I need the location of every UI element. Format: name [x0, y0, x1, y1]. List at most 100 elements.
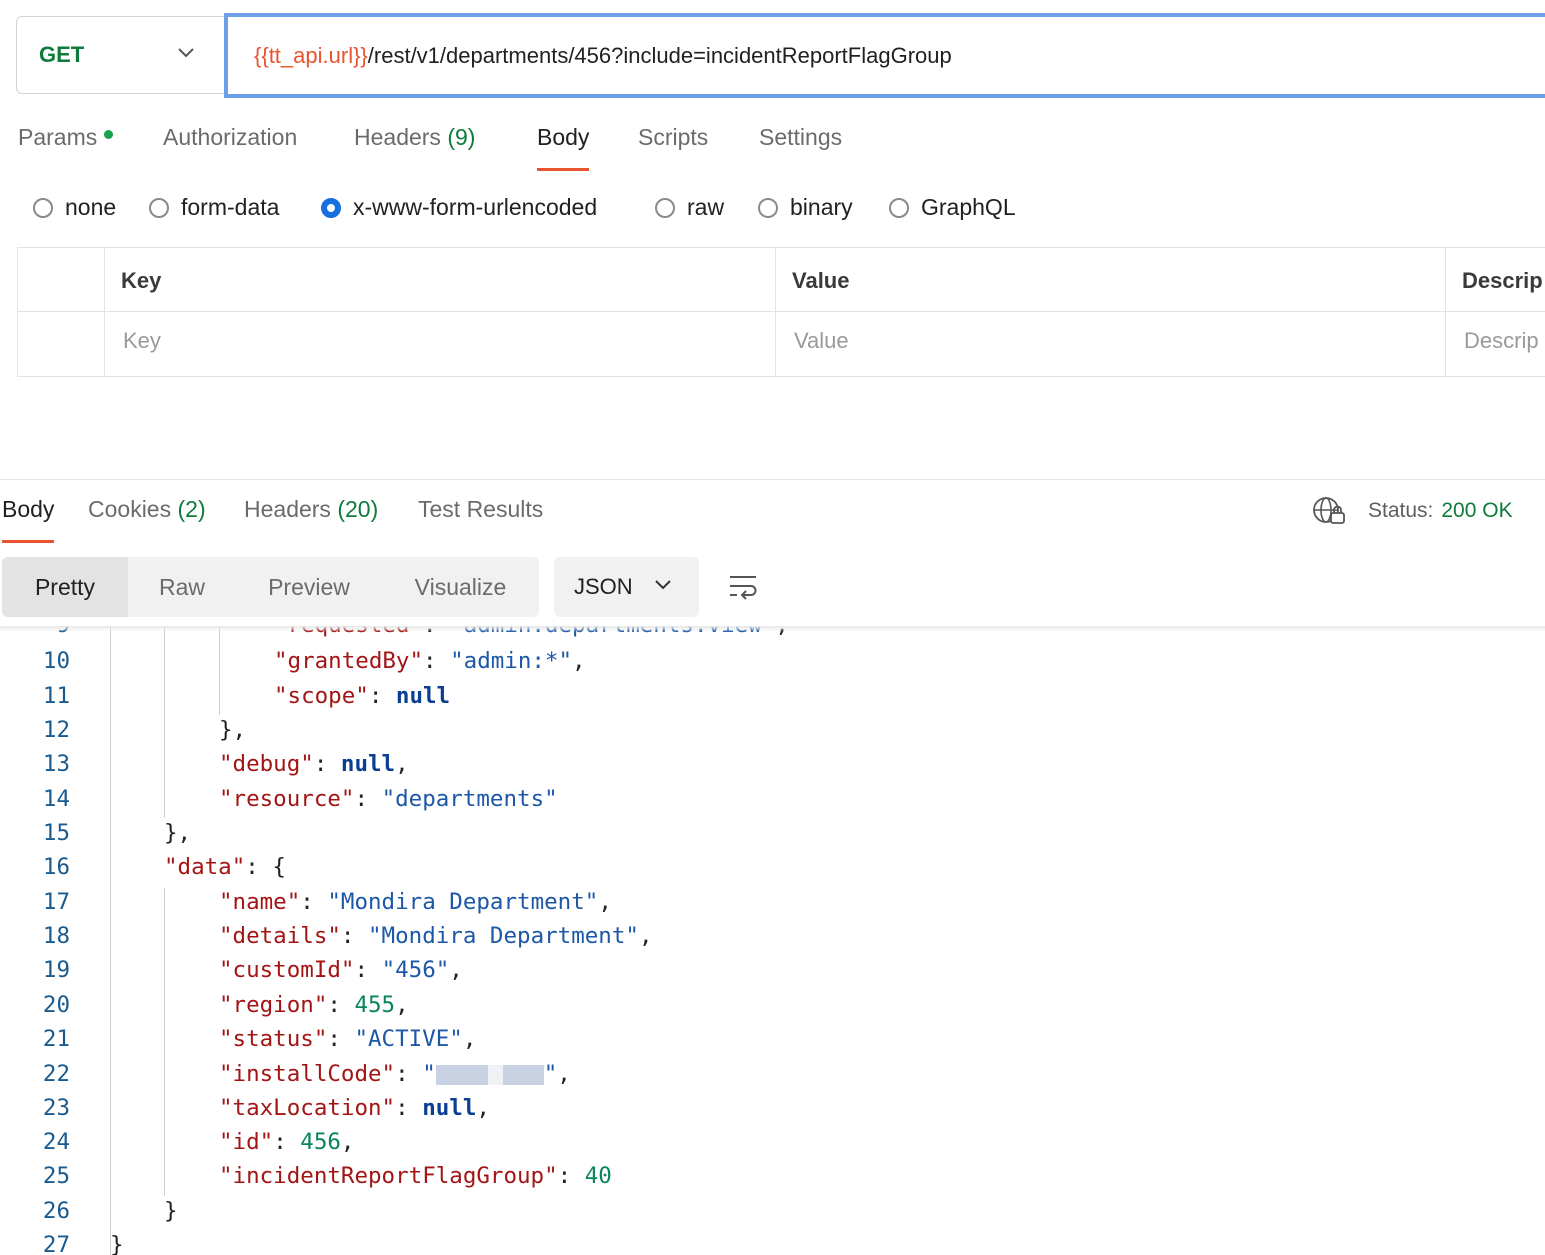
code-line: "data": {	[164, 854, 286, 880]
column-header-key: Key	[121, 268, 162, 293]
view-label: Visualize	[414, 573, 507, 600]
tab-label: Cookies	[88, 496, 172, 522]
tab-authorization[interactable]: Authorization	[163, 124, 297, 151]
radio-binary[interactable]: binary	[758, 194, 853, 221]
line-number: 10	[42, 648, 70, 674]
radio-circle	[655, 197, 675, 218]
response-code-viewer[interactable]: 9 "requested": "admin:departments:view",…	[0, 626, 1545, 1255]
radio-label: form-data	[181, 194, 280, 220]
line-number: 12	[42, 717, 70, 743]
line-number: 21	[42, 1026, 70, 1052]
tab-label: Test Results	[418, 496, 544, 522]
url-variable: {{tt_api.url}}	[254, 42, 368, 68]
format-label: JSON	[574, 574, 633, 599]
radio-x-www-form-urlencoded[interactable]: x-www-form-urlencoded	[321, 194, 597, 221]
code-line: },	[164, 820, 192, 846]
line-number: 20	[42, 992, 70, 1018]
tab-count: (9)	[447, 124, 476, 150]
code-line: }	[110, 1232, 124, 1255]
view-visualize-button[interactable]: Visualize	[382, 557, 539, 617]
line-number: 24	[42, 1129, 70, 1155]
column-header-value: Value	[792, 268, 850, 293]
response-tab-body[interactable]: Body	[2, 496, 55, 543]
line-number: 16	[42, 854, 70, 880]
radio-circle	[33, 197, 53, 218]
radio-graphql[interactable]: GraphQL	[889, 194, 1016, 221]
radio-circle	[889, 197, 909, 218]
tab-label: Headers	[354, 124, 441, 150]
redacted-value	[435, 1064, 544, 1085]
tab-label: Params	[18, 124, 98, 150]
view-pretty-button[interactable]: Pretty	[2, 557, 128, 617]
status-label: Status:	[1368, 499, 1434, 522]
indent-guide	[110, 626, 111, 1255]
radio-label: binary	[790, 194, 853, 220]
code-line: "resource": "departments"	[219, 786, 558, 812]
response-tab-headers[interactable]: Headers (20)	[244, 496, 378, 523]
indent-guide	[219, 626, 220, 715]
tab-label: Headers	[244, 496, 331, 522]
url-input[interactable]: {{tt_api.url}}/rest/v1/departments/456?i…	[224, 13, 1545, 98]
code-line: }	[164, 1198, 178, 1224]
url-path: /rest/v1/departments/456?include=inciden…	[367, 42, 952, 68]
pane-divider[interactable]	[0, 479, 1545, 480]
description-input[interactable]: Descrip	[1464, 328, 1539, 354]
method-label: GET	[39, 42, 85, 67]
url-text: {{tt_api.url}}/rest/v1/departments/456?i…	[228, 43, 952, 69]
radio-none[interactable]: none	[33, 194, 116, 221]
radio-form-data[interactable]: form-data	[149, 194, 279, 221]
view-preview-button[interactable]: Preview	[236, 557, 382, 617]
response-tab-test-results[interactable]: Test Results	[418, 496, 543, 523]
tab-body[interactable]: Body	[537, 124, 590, 171]
code-line: "taxLocation": null,	[219, 1095, 490, 1121]
line-number: 25	[42, 1163, 70, 1189]
params-active-dot	[104, 130, 114, 140]
line-number: 15	[42, 820, 70, 846]
form-params-table: Key Value Descrip Key Value Descrip	[17, 247, 1545, 377]
tab-settings[interactable]: Settings	[759, 124, 842, 151]
radio-circle-checked	[321, 197, 341, 218]
view-label: Raw	[158, 573, 205, 600]
radio-label: GraphQL	[921, 194, 1016, 220]
radio-label: none	[65, 194, 117, 220]
code-line: "scope": null	[274, 683, 451, 709]
key-input[interactable]: Key	[123, 328, 161, 354]
view-mode-group: Pretty Raw Preview Visualize	[2, 557, 539, 617]
format-select[interactable]: JSON	[554, 557, 699, 617]
line-number: 13	[42, 751, 70, 777]
code-line: "incidentReportFlagGroup": 40	[219, 1163, 612, 1189]
code-line: "id": 456,	[219, 1129, 355, 1155]
radio-label: raw	[687, 194, 725, 220]
code-line: "name": "Mondira Department",	[219, 889, 612, 915]
view-raw-button[interactable]: Raw	[128, 557, 236, 617]
status-value: 200 OK	[1441, 499, 1513, 522]
view-label: Pretty	[34, 573, 96, 600]
method-select[interactable]: GET	[16, 16, 226, 94]
tab-label: Authorization	[163, 124, 298, 150]
line-number: 14	[42, 786, 70, 812]
code-line: "region": 455,	[219, 992, 409, 1018]
tab-count: (2)	[177, 496, 206, 522]
line-number: 27	[42, 1232, 70, 1255]
value-input[interactable]: Value	[794, 328, 849, 354]
wrap-lines-icon[interactable]	[727, 572, 759, 602]
chevron-down-icon	[655, 580, 671, 590]
tab-label: Body	[2, 496, 55, 522]
tab-scripts[interactable]: Scripts	[638, 124, 708, 151]
view-label: Preview	[268, 573, 350, 600]
radio-raw[interactable]: raw	[655, 194, 724, 221]
column-header-description: Descrip	[1462, 268, 1543, 293]
line-number: 23	[42, 1095, 70, 1121]
table-col-divider	[104, 248, 105, 376]
line-number: 11	[42, 683, 70, 709]
globe-lock-icon[interactable]	[1312, 496, 1346, 526]
radio-label: x-www-form-urlencoded	[353, 194, 598, 220]
indent-guide	[164, 888, 165, 1196]
code-line: "details": "Mondira Department",	[219, 923, 653, 949]
radio-circle	[149, 197, 169, 218]
line-number: 26	[42, 1198, 70, 1224]
tab-params[interactable]: Params	[18, 124, 114, 151]
response-tab-cookies[interactable]: Cookies (2)	[88, 496, 206, 523]
line-number: 18	[42, 923, 70, 949]
tab-headers[interactable]: Headers (9)	[354, 124, 475, 151]
